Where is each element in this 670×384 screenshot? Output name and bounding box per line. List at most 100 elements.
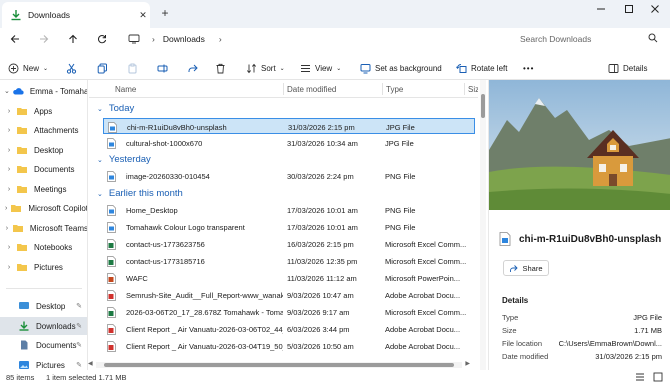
sidebar-item-notebooks[interactable]: › Notebooks xyxy=(0,238,87,256)
copy-button[interactable] xyxy=(97,59,112,77)
breadcrumb-chevron-icon[interactable]: › xyxy=(219,34,222,44)
sidebar-pinned-downloads[interactable]: Downloads ✎ xyxy=(0,317,87,335)
tab-downloads[interactable]: Downloads ✕ xyxy=(2,2,150,28)
share-toolbar-button[interactable] xyxy=(187,59,202,77)
folder-icon xyxy=(17,264,27,271)
chevron-right-icon[interactable]: › xyxy=(4,244,14,251)
close-window-button[interactable] xyxy=(638,0,670,18)
column-divider[interactable] xyxy=(283,83,284,95)
rotate-left-button[interactable]: Rotate left xyxy=(456,59,507,77)
sort-button[interactable]: Sort ⌄ xyxy=(246,59,285,77)
sidebar-pinned-desktop[interactable]: Desktop ✎ xyxy=(0,297,87,315)
sidebar-item-apps[interactable]: › Apps xyxy=(0,102,87,120)
scrollbar-thumb[interactable] xyxy=(481,94,485,118)
breadcrumb[interactable]: Downloads xyxy=(163,34,205,44)
pin-icon[interactable]: ✎ xyxy=(76,322,82,330)
file-row[interactable]: Client Report _ Air Vanuatu-2026-03-04T1… xyxy=(103,338,475,354)
sidebar-item-desktop[interactable]: › Desktop xyxy=(0,141,87,159)
column-header-type[interactable]: Type xyxy=(386,85,403,94)
sidebar-item-microsoft-copilot[interactable]: › Microsoft Copilot xyxy=(0,199,88,217)
sidebar-pinned-pictures[interactable]: Pictures ✎ xyxy=(0,356,87,370)
scroll-left-icon[interactable]: ◀ xyxy=(88,360,93,367)
details-view-button[interactable] xyxy=(634,371,646,383)
search-input[interactable]: Search Downloads xyxy=(520,34,591,44)
file-row[interactable]: image-20260330-010454 30/03/2026 2:24 pm P… xyxy=(103,168,475,184)
chevron-right-icon[interactable]: › xyxy=(4,205,8,212)
forward-button[interactable] xyxy=(35,31,53,47)
image-icon xyxy=(107,222,121,233)
group-header-earlier[interactable]: ⌄ Earlier this month xyxy=(97,188,183,199)
group-header-yesterday[interactable]: ⌄ Yesterday xyxy=(97,154,151,165)
chevron-right-icon[interactable]: › xyxy=(4,127,14,134)
item-count: 85 items xyxy=(6,373,35,382)
column-header-size[interactable]: Siz xyxy=(468,85,478,94)
address-bar[interactable]: › Downloads › xyxy=(122,30,502,48)
back-button[interactable] xyxy=(6,31,24,47)
file-name: Tomahawk Colour Logo transparent xyxy=(126,223,245,232)
delete-button[interactable] xyxy=(215,59,230,77)
sidebar-item-documents[interactable]: › Documents xyxy=(0,160,87,178)
column-header-name[interactable]: Name xyxy=(115,85,136,94)
chevron-down-icon[interactable]: ⌄ xyxy=(4,87,10,95)
close-tab-icon[interactable]: ✕ xyxy=(136,10,150,21)
group-header-today[interactable]: ⌄ Today xyxy=(97,103,134,114)
new-tab-button[interactable]: + xyxy=(158,6,172,20)
sidebar-item-onedrive[interactable]: ⌄ Emma - Tomahawk xyxy=(0,82,87,100)
sidebar-pinned-documents[interactable]: Documents ✎ xyxy=(0,336,87,354)
paste-button[interactable] xyxy=(127,59,142,77)
file-row[interactable]: Home_Desktop 17/03/2026 10:01 am PNG File xyxy=(103,202,475,218)
column-divider[interactable] xyxy=(464,83,465,95)
pdf-icon xyxy=(107,290,121,301)
file-row[interactable]: chi-m-R1uiDu8vBh0-unsplash 31/03/2026 2:1… xyxy=(103,118,475,134)
view-icon xyxy=(301,64,310,72)
excel-icon xyxy=(107,307,121,318)
pin-icon[interactable]: ✎ xyxy=(76,361,82,369)
file-row[interactable]: WAFC 11/03/2026 11:12 am Microsoft PowerPo… xyxy=(103,270,475,286)
new-button[interactable]: New ⌄ xyxy=(8,59,48,77)
file-row[interactable]: contact-us-1773185716 11/03/2026 12:35 pm… xyxy=(103,253,475,269)
wallpaper-icon xyxy=(360,63,371,73)
file-row[interactable]: Tomahawk Colour Logo transparent 17/03/20… xyxy=(103,219,475,235)
file-row[interactable]: 2026-03-06T20_17_28.678Z Tomahawk - Toma… xyxy=(103,304,475,320)
scrollbar-thumb[interactable] xyxy=(104,363,454,367)
chevron-right-icon[interactable]: › xyxy=(4,225,10,232)
scroll-right-icon[interactable]: ▶ xyxy=(465,360,470,367)
sidebar-item-microsoft-teams[interactable]: › Microsoft Teams xyxy=(0,219,87,237)
chevron-right-icon[interactable]: › xyxy=(4,108,14,115)
chevron-right-icon[interactable]: › xyxy=(4,147,14,154)
column-divider[interactable] xyxy=(382,83,383,95)
pin-icon[interactable]: ✎ xyxy=(76,341,82,349)
share-button[interactable]: Share xyxy=(503,260,549,276)
vertical-scrollbar[interactable] xyxy=(480,80,486,370)
detail-value[interactable]: C:\Users\EmmaBrown\Downl... xyxy=(559,339,662,348)
details-pane-button[interactable]: Details xyxy=(608,59,647,77)
tiles-view-button[interactable] xyxy=(652,371,664,383)
more-options-button[interactable]: ••• xyxy=(523,59,534,77)
file-type: Microsoft PowerPoin... xyxy=(385,274,461,283)
rename-button[interactable] xyxy=(157,59,172,77)
file-row[interactable]: Client Report _ Air Vanuatu-2026-03-06T0… xyxy=(103,321,475,337)
set-as-background-button[interactable]: Set as background xyxy=(360,59,442,77)
search-icon xyxy=(648,33,658,43)
file-row[interactable]: cultural-shot-1000x670 31/03/2026 10:34 a… xyxy=(103,135,475,151)
folder-icon xyxy=(17,147,27,154)
chevron-right-icon[interactable]: › xyxy=(4,166,14,173)
sidebar-item-attachments[interactable]: › Attachments xyxy=(0,121,87,139)
sidebar-item-meetings[interactable]: › Meetings xyxy=(0,180,87,198)
cut-button[interactable] xyxy=(66,59,81,77)
file-row[interactable]: Semrush-Site_Audit__Full_Report-www_wana… xyxy=(103,287,475,303)
up-button[interactable] xyxy=(64,31,82,47)
column-header-date[interactable]: Date modified xyxy=(287,85,336,94)
sidebar-item-pictures-folder[interactable]: › Pictures xyxy=(0,258,87,276)
view-button[interactable]: View ⌄ xyxy=(300,59,341,77)
sidebar-item-label: Microsoft Copilot xyxy=(28,203,88,213)
refresh-button[interactable] xyxy=(93,31,111,47)
chevron-right-icon[interactable]: › xyxy=(4,186,14,193)
pin-icon[interactable]: ✎ xyxy=(76,302,82,310)
tiles-view-icon xyxy=(653,372,663,382)
file-row[interactable]: contact-us-1773623756 16/03/2026 2:15 pm M… xyxy=(103,236,475,252)
search-box[interactable]: Search Downloads xyxy=(508,30,666,48)
detail-key: Size xyxy=(502,326,517,335)
horizontal-scrollbar[interactable]: ◀ ▶ xyxy=(88,361,470,368)
chevron-right-icon[interactable]: › xyxy=(4,264,14,271)
